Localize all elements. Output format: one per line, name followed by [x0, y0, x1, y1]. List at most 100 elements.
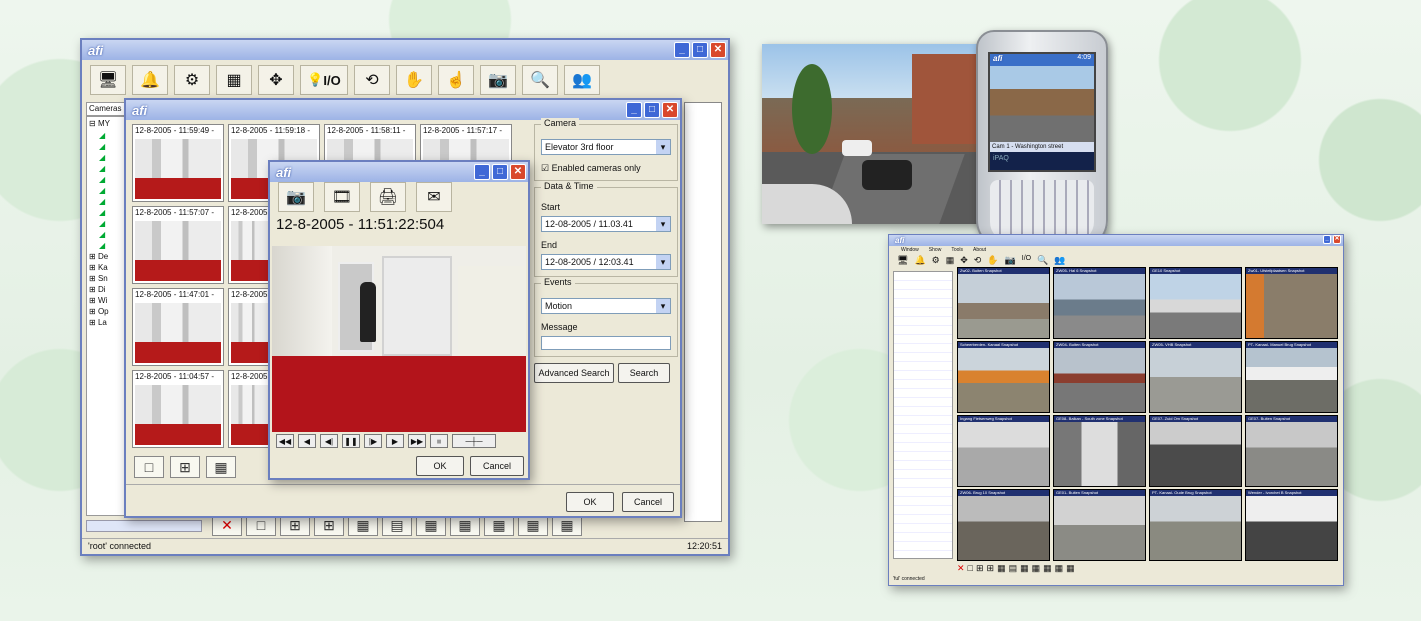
- message-input[interactable]: [541, 336, 671, 350]
- minimize-icon[interactable]: _: [626, 102, 642, 118]
- close-icon[interactable]: ✕: [710, 42, 726, 58]
- grid-cell[interactable]: GE08- Balkan - South zone Snapshot: [1053, 415, 1146, 487]
- grid-cell[interactable]: GE07- Buiten Snapshot: [1245, 415, 1338, 487]
- pda-keyboard[interactable]: [990, 180, 1094, 242]
- grid-cell[interactable]: Ingang Fietsenweg Snapshot: [957, 415, 1050, 487]
- result-thumbnail[interactable]: 12-8-2005: [228, 370, 272, 448]
- maximize-icon[interactable]: □: [644, 102, 660, 118]
- enabled-only-checkbox[interactable]: ☑ Enabled cameras only: [541, 163, 671, 174]
- maximize-icon[interactable]: □: [492, 164, 508, 180]
- menu-window[interactable]: Window: [901, 247, 919, 253]
- start-select[interactable]: 12-08-2005 / 11.03.41: [541, 216, 671, 232]
- tree-item[interactable]: ⊞ La: [89, 317, 127, 328]
- grid-cell[interactable]: Zw02- Buiten Snapshot: [957, 267, 1050, 339]
- frame-forward-icon[interactable]: |▶: [364, 434, 382, 448]
- grid-cell[interactable]: ZW04- Buiten Snapshot: [1053, 341, 1146, 413]
- camera-select[interactable]: Elevator 3rd floor: [541, 139, 671, 155]
- events-select[interactable]: Motion: [541, 298, 671, 314]
- live-icon[interactable]: ■: [430, 434, 448, 448]
- alarm-icon[interactable]: 🔔: [132, 65, 168, 95]
- avi-export-icon[interactable]: 🎞: [324, 182, 360, 212]
- pause-icon[interactable]: ❚❚: [342, 434, 360, 448]
- snapshot-icon[interactable]: 📷: [278, 182, 314, 212]
- grid-cell[interactable]: Scheerberden- Kanaal Snapshot: [957, 341, 1050, 413]
- users-icon[interactable]: 👥: [1054, 255, 1065, 267]
- camera-tree-icon[interactable]: ⚙: [932, 255, 940, 267]
- hand-icon[interactable]: ✋: [987, 255, 998, 267]
- email-icon[interactable]: ✉: [416, 182, 452, 212]
- search-icon[interactable]: 🔍: [522, 65, 558, 95]
- minimize-icon[interactable]: _: [674, 42, 690, 58]
- camera-tree-icon[interactable]: ⚙: [174, 65, 210, 95]
- minimize-icon[interactable]: _: [474, 164, 490, 180]
- grid-cell[interactable]: Zw01- Ufstellplaatsen Snapshot: [1245, 267, 1338, 339]
- io-button[interactable]: 💡 I/O: [300, 65, 348, 95]
- snapshot-icon[interactable]: 📷: [1005, 255, 1016, 267]
- layout-4-icon[interactable]: ⊞: [976, 563, 984, 574]
- play-icon[interactable]: ▶: [386, 434, 404, 448]
- menu-tools[interactable]: Tools: [951, 247, 963, 253]
- monitor-icon[interactable]: 🖥: [897, 255, 908, 267]
- grid-cell[interactable]: ZW05- Hal 6 Snapshot: [1053, 267, 1146, 339]
- layout-8-icon[interactable]: ▤: [1009, 563, 1018, 574]
- layout-4-icon[interactable]: ⊞: [170, 456, 200, 478]
- grid-cell[interactable]: PT- Kanaal- Oude Brug Snapshot: [1149, 489, 1242, 561]
- ptz-icon[interactable]: ✥: [960, 255, 968, 267]
- sequence-icon[interactable]: ⟲: [974, 255, 982, 267]
- layout-1-icon[interactable]: □: [968, 563, 973, 574]
- ok-button[interactable]: OK: [416, 456, 464, 476]
- grid-cell[interactable]: PT- Kanaal- Manuel Brug Snapshot: [1245, 341, 1338, 413]
- layout-9-icon[interactable]: ▦: [997, 563, 1006, 574]
- close-icon[interactable]: ✕: [662, 102, 678, 118]
- tree-item[interactable]: ⊞ Sn: [89, 273, 127, 284]
- search-icon[interactable]: 🔍: [1037, 255, 1048, 267]
- layout-20-icon[interactable]: ▦: [1066, 563, 1075, 574]
- close-icon[interactable]: ✕: [1333, 235, 1341, 244]
- layout-6-icon[interactable]: ⊞: [987, 563, 995, 574]
- tree-item[interactable]: ⊞ Op: [89, 306, 127, 317]
- hand-icon[interactable]: ✋: [396, 65, 432, 95]
- tree-scrollbar[interactable]: [86, 520, 202, 532]
- tree-item[interactable]: ⊞ De: [89, 251, 127, 262]
- print-icon[interactable]: 🖨: [370, 182, 406, 212]
- grid-cell[interactable]: ZW05- VHB Snapshot: [1149, 341, 1242, 413]
- layout-12-icon[interactable]: ▦: [1032, 563, 1041, 574]
- minimize-icon[interactable]: _: [1323, 235, 1331, 244]
- maximize-icon[interactable]: □: [692, 42, 708, 58]
- cancel-button[interactable]: Cancel: [622, 492, 674, 512]
- pda-camera-view[interactable]: [990, 66, 1094, 142]
- layout-icon[interactable]: ▦: [946, 255, 955, 267]
- alarm-icon[interactable]: 🔔: [914, 255, 925, 267]
- layout-1-icon[interactable]: □: [134, 456, 164, 478]
- io-button[interactable]: I/O: [1022, 255, 1031, 267]
- close-icon[interactable]: ✕: [510, 164, 526, 180]
- end-select[interactable]: 12-08-2005 / 12:03.41: [541, 254, 671, 270]
- tree-item[interactable]: ⊞ Ka: [89, 262, 127, 273]
- monitor-icon[interactable]: 🖥: [90, 65, 126, 95]
- advanced-search-button[interactable]: Advanced Search: [534, 363, 614, 383]
- menu-about[interactable]: About: [973, 247, 986, 253]
- clear-layout-icon[interactable]: ✕: [957, 563, 965, 574]
- layout-16-icon[interactable]: ▦: [1055, 563, 1064, 574]
- grid-cell[interactable]: GE10 Snapshot: [1149, 267, 1242, 339]
- rewind-icon[interactable]: ◀◀: [276, 434, 294, 448]
- layout-10-icon[interactable]: ▦: [1020, 563, 1029, 574]
- cancel-button[interactable]: Cancel: [470, 456, 524, 476]
- users-icon[interactable]: 👥: [564, 65, 600, 95]
- frame-back-icon[interactable]: ◀|: [320, 434, 338, 448]
- tree-item[interactable]: ⊞ Wi: [89, 295, 127, 306]
- result-thumbnail[interactable]: 12-8-2005: [228, 288, 272, 366]
- ptz-icon[interactable]: ✥: [258, 65, 294, 95]
- result-thumbnail[interactable]: 12-8-2005 - 11:04:57 -: [132, 370, 224, 448]
- fast-forward-icon[interactable]: ▶▶: [408, 434, 426, 448]
- layout-9-icon[interactable]: ▦: [206, 456, 236, 478]
- result-thumbnail[interactable]: 12-8-2005: [228, 206, 272, 284]
- result-thumbnail[interactable]: 12-8-2005 - 11:57:07 -: [132, 206, 224, 284]
- cameras-tab[interactable]: Cameras: [86, 102, 126, 116]
- step-back-icon[interactable]: ◀: [298, 434, 316, 448]
- tree-root[interactable]: ⊟ MY: [89, 119, 127, 128]
- tree-item[interactable]: ⊞ Di: [89, 284, 127, 295]
- grid-cell[interactable]: ZW06- Brug 10 Snapshot: [957, 489, 1050, 561]
- grid-cell[interactable]: Wender - Ivorchet B Snapshot: [1245, 489, 1338, 561]
- hand2-icon[interactable]: ☝: [438, 65, 474, 95]
